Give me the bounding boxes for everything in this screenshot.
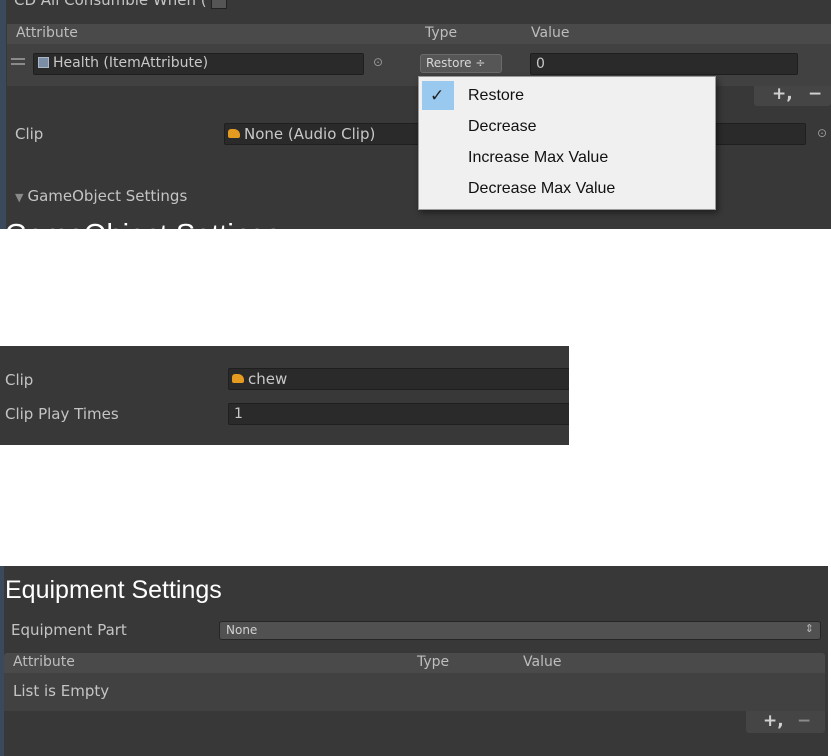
equipment-part-popup[interactable]: None ⇕ <box>219 621 821 640</box>
audio-clip-icon <box>232 374 244 383</box>
scriptable-object-icon <box>38 56 49 68</box>
attribute-list-header: Attribute Type Value <box>7 24 831 44</box>
column-value: Value <box>531 25 570 41</box>
add-element-button[interactable]: +, <box>772 84 793 104</box>
equipment-part-value: None <box>226 623 258 637</box>
clip-play-times-label: Clip Play Times <box>5 405 119 423</box>
column-type: Type <box>417 654 450 670</box>
attribute-object-value: Health (ItemAttribute) <box>53 55 209 71</box>
foldout-label: GameObject Settings <box>27 187 188 205</box>
dropdown-item-label: Decrease <box>468 118 537 135</box>
equipment-settings-title: Equipment Settings <box>5 576 222 604</box>
foldout-arrow-icon: ▼ <box>15 191 24 204</box>
inspector-panel-consumable: CD All Consumble When ( Attribute Type V… <box>0 0 831 229</box>
clip-object-value: chew <box>248 370 288 388</box>
object-picker-icon[interactable]: ⊙ <box>373 55 383 69</box>
clip-picker-icon[interactable]: ⊙ <box>817 126 827 140</box>
dropdown-item-decrease-max-value[interactable]: Decrease Max Value <box>419 173 715 204</box>
clip-object-field[interactable]: chew <box>228 368 569 390</box>
clip-label: Clip <box>5 371 34 389</box>
checkmark-icon: ✓ <box>430 86 445 105</box>
dropdown-item-increase-max-value[interactable]: Increase Max Value <box>419 142 715 173</box>
type-popup-value: Restore ÷ <box>426 56 486 70</box>
column-attribute: Attribute <box>16 25 78 41</box>
selection-edge <box>0 0 6 229</box>
consumable-label: CD All Consumble When ( <box>14 0 227 9</box>
remove-element-button[interactable]: − <box>808 84 822 104</box>
attribute-object-field[interactable]: Health (ItemAttribute) <box>33 53 364 75</box>
gameobject-settings-title: GameObject Settings <box>5 219 281 229</box>
value-field[interactable]: 0 <box>530 53 798 75</box>
type-popup[interactable]: Restore ÷ <box>420 54 502 73</box>
consumable-checkbox[interactable] <box>210 0 227 9</box>
clip-object-value: None (Audio Clip) <box>244 125 376 143</box>
dropdown-item-restore[interactable]: ✓ Restore <box>419 80 715 111</box>
clip-label: Clip <box>15 125 44 143</box>
dropdown-item-label: Decrease Max Value <box>468 180 616 197</box>
inspector-panel-equipment: Equipment Settings Equipment Part None ⇕… <box>0 566 828 756</box>
list-empty-text: List is Empty <box>13 682 110 700</box>
list-footer <box>746 711 825 733</box>
dropdown-item-label: Increase Max Value <box>468 149 609 166</box>
equipment-part-label: Equipment Part <box>11 621 127 639</box>
clip-play-times-value: 1 <box>234 406 243 422</box>
column-type: Type <box>425 25 458 41</box>
popup-arrows-icon: ⇕ <box>804 622 814 635</box>
value-field-text: 0 <box>536 56 545 72</box>
type-dropdown-menu: ✓ Restore Decrease Increase Max Value De… <box>418 76 716 210</box>
column-value: Value <box>523 654 562 670</box>
add-element-button[interactable]: +, <box>763 711 784 731</box>
attribute-list-header: Attribute Type Value <box>4 653 825 673</box>
dropdown-item-decrease[interactable]: Decrease <box>419 111 715 142</box>
audio-clip-icon <box>228 129 240 138</box>
inspector-panel-audio: Clip chew Clip Play Times 1 <box>0 346 569 445</box>
attribute-list-body: List is Empty <box>4 673 825 711</box>
gameobject-settings-foldout[interactable]: ▼ GameObject Settings <box>15 187 187 205</box>
dropdown-item-label: Restore <box>468 87 525 104</box>
remove-element-button[interactable]: − <box>797 711 811 731</box>
clip-play-times-field[interactable]: 1 <box>228 403 569 425</box>
drag-handle-icon[interactable] <box>11 58 25 66</box>
column-attribute: Attribute <box>13 654 75 670</box>
